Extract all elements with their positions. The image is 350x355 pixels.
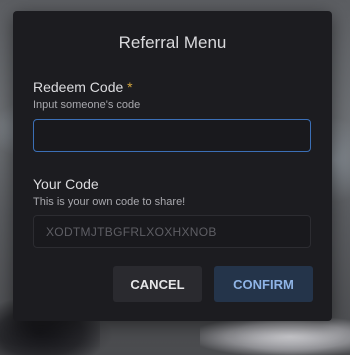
modal-title: Referral Menu bbox=[118, 33, 227, 52]
redeem-code-input[interactable] bbox=[33, 119, 311, 152]
cancel-button[interactable]: CANCEL bbox=[113, 266, 202, 302]
required-marker: * bbox=[127, 79, 133, 95]
your-code-label: Your Code bbox=[33, 176, 99, 192]
your-code-field[interactable]: XODTMJTBGFRLXOXHXNOB bbox=[33, 215, 311, 248]
redeem-code-label: Redeem Code * bbox=[33, 79, 133, 95]
redeem-code-hint: Input someone's code bbox=[33, 99, 141, 111]
redeem-code-label-text: Redeem Code bbox=[33, 79, 124, 95]
your-code-hint: This is your own code to share! bbox=[33, 196, 186, 208]
referral-modal: Referral Menu Redeem Code * Input someon… bbox=[13, 11, 332, 321]
confirm-button[interactable]: CONFIRM bbox=[214, 266, 313, 302]
background-vehicle bbox=[200, 318, 350, 355]
